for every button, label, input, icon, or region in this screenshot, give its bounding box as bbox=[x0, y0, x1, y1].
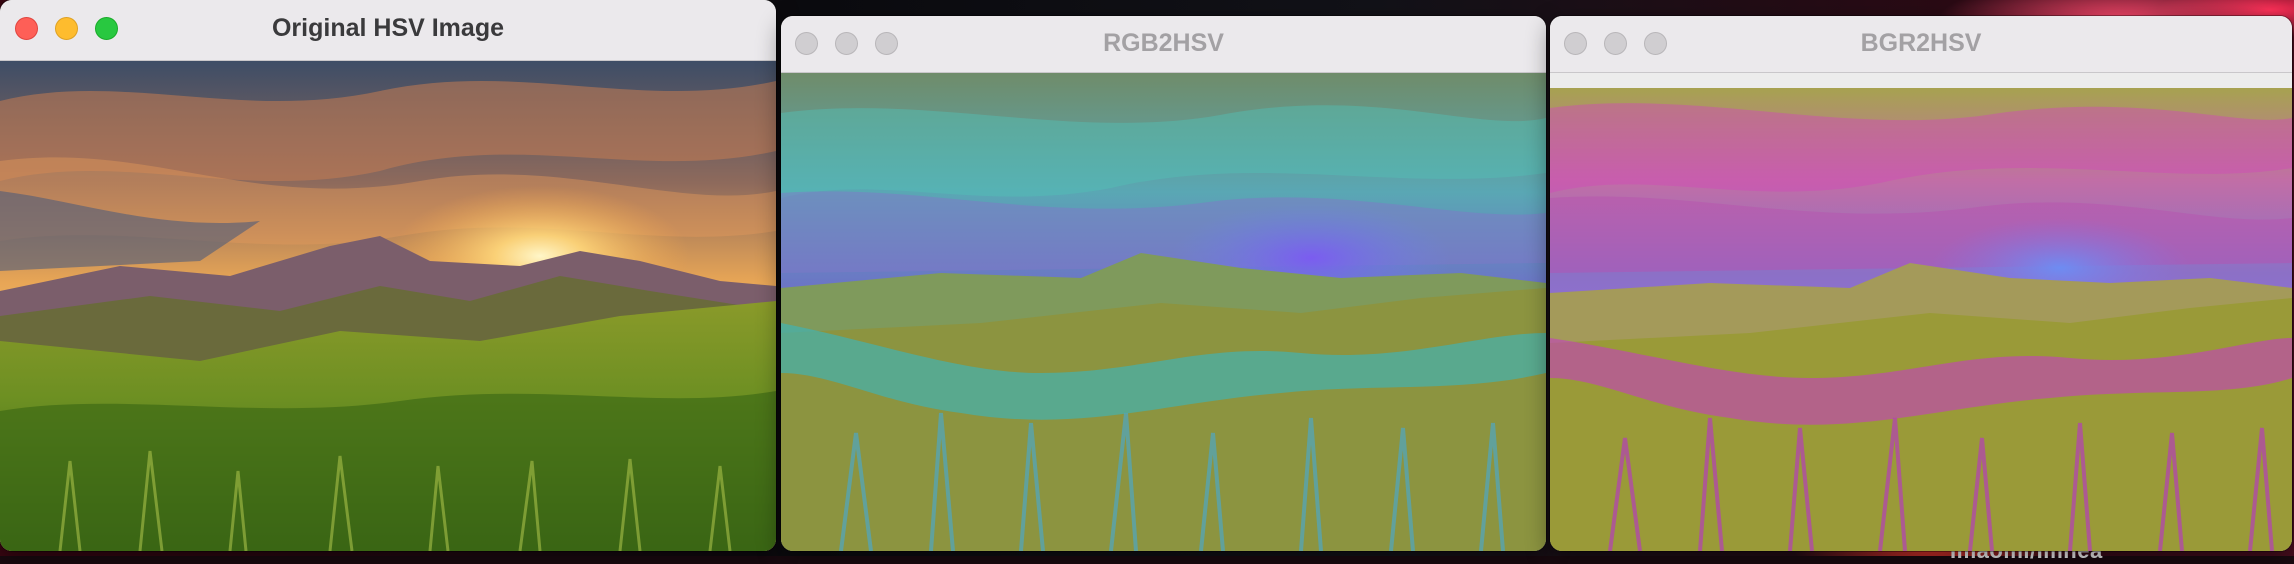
titlebar[interactable]: Original HSV Image bbox=[0, 0, 776, 61]
image-bgr2hsv bbox=[1550, 88, 2292, 551]
titlebar[interactable]: BGR2HSV bbox=[1550, 16, 2292, 73]
window-original-hsv[interactable]: Original HSV Image bbox=[0, 0, 776, 551]
window-bgr2hsv[interactable]: BGR2HSV bbox=[1550, 16, 2292, 551]
window-title: Original HSV Image bbox=[271, 14, 504, 42]
titlebar[interactable]: RGB2HSV bbox=[781, 16, 1546, 73]
window-title: BGR2HSV bbox=[1860, 29, 1982, 57]
image-rgb2hsv bbox=[781, 73, 1546, 551]
image-original bbox=[0, 61, 776, 551]
window-rgb2hsv[interactable]: RGB2HSV bbox=[781, 16, 1546, 551]
window-title: RGB2HSV bbox=[1103, 29, 1224, 57]
